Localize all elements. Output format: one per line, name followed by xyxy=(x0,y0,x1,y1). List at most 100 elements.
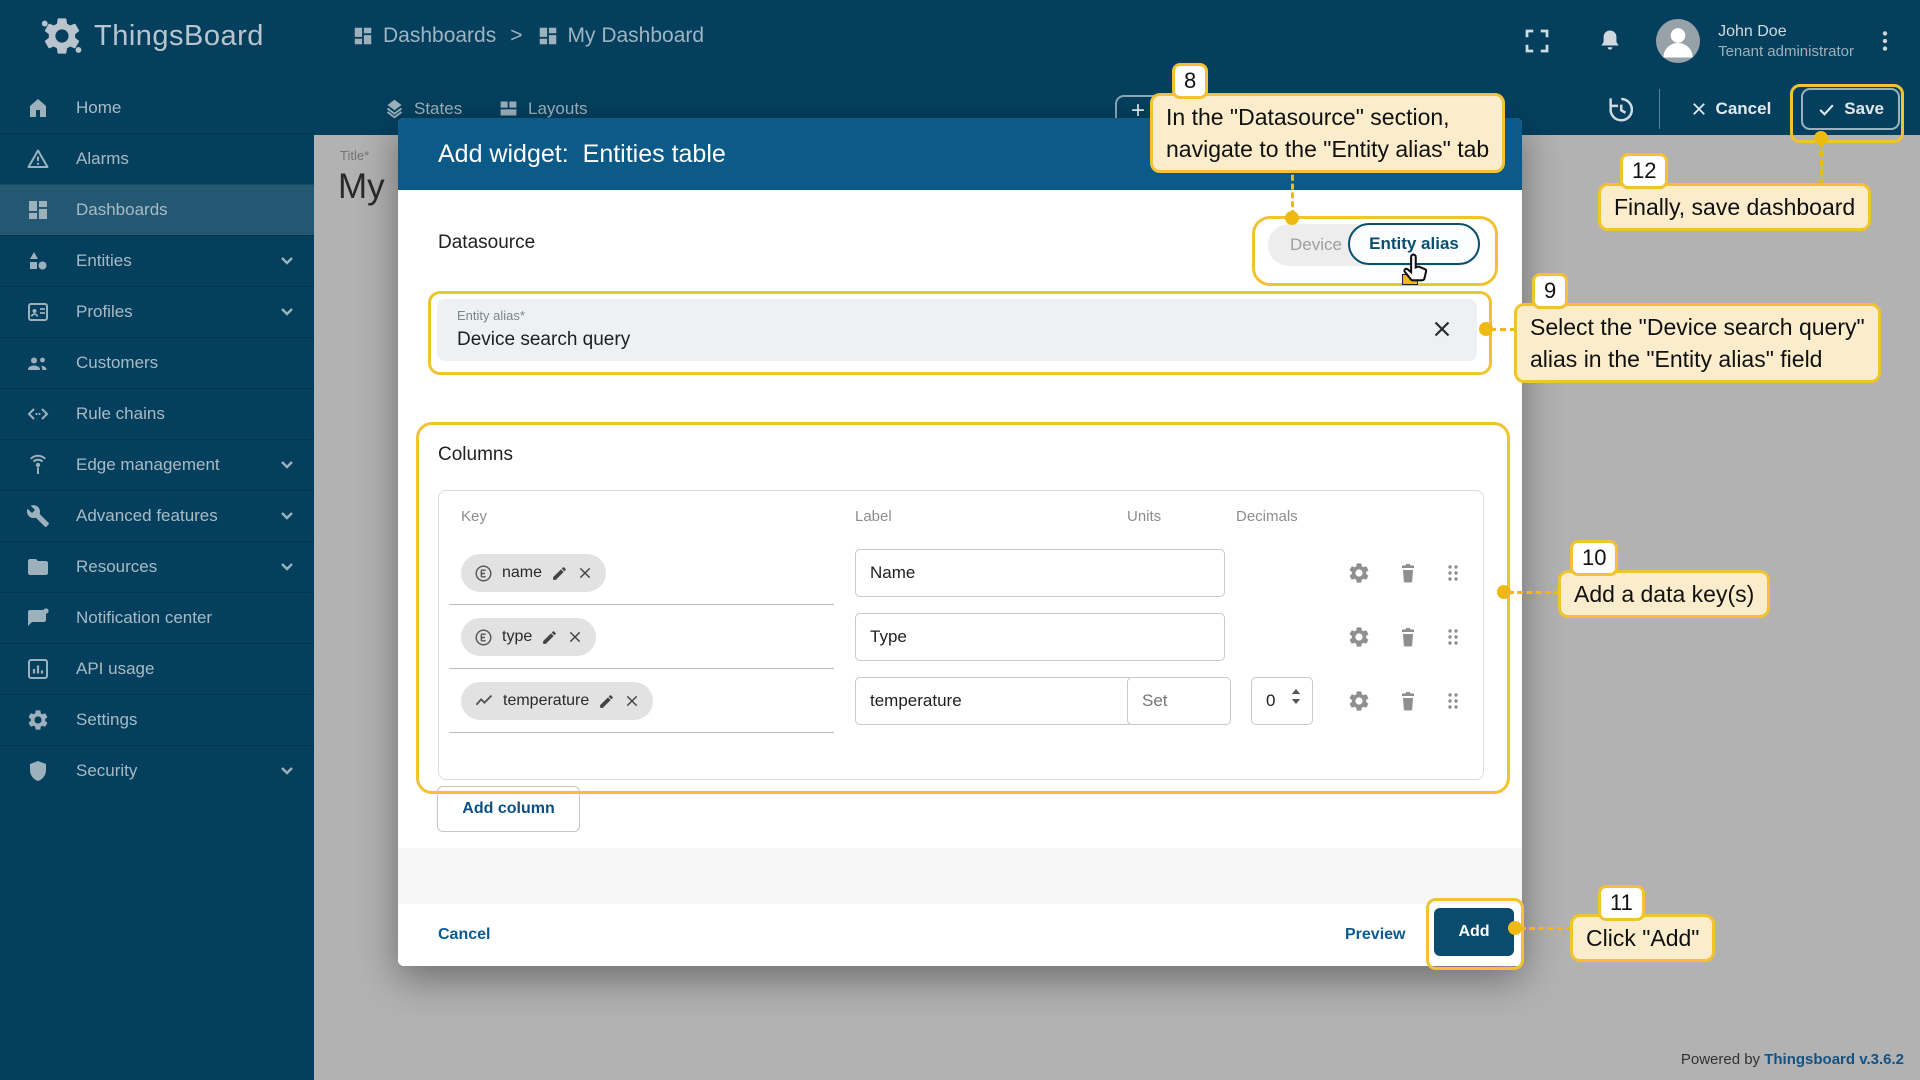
profiles-badge-icon xyxy=(26,300,50,324)
sidebar-nav: Home Alarms Dashboards Entities Profiles… xyxy=(0,82,314,1080)
column-header-key: Key xyxy=(461,491,487,541)
sidebar-item-advanced-features[interactable]: Advanced features xyxy=(0,490,314,541)
sidebar-item-label: Notification center xyxy=(76,608,294,628)
api-usage-chart-icon xyxy=(26,657,50,681)
sidebar-item-home[interactable]: Home xyxy=(0,82,314,133)
avatar[interactable] xyxy=(1656,19,1700,63)
sidebar-item-notification-center[interactable]: Notification center xyxy=(0,592,314,643)
top-header-bar: ThingsBoard Dashboards > My Dashboard Jo… xyxy=(0,0,1920,82)
sidebar-item-entities[interactable]: Entities xyxy=(0,235,314,286)
resources-folder-icon xyxy=(26,555,50,579)
connector-dot-step12 xyxy=(1814,131,1828,145)
thingsboard-app: Title* My Powered by Thingsboard v.3.6.2… xyxy=(0,0,1920,1080)
notifications-bell-icon[interactable] xyxy=(1596,27,1624,55)
breadcrumb: Dashboards > My Dashboard xyxy=(352,24,704,48)
drag-handle-icon[interactable] xyxy=(1441,689,1465,713)
fullscreen-icon[interactable] xyxy=(1522,26,1552,56)
breadcrumb-my-dashboard[interactable]: My Dashboard xyxy=(537,24,705,48)
home-icon xyxy=(26,96,50,120)
cancel-dashboard-button[interactable]: Cancel xyxy=(1676,90,1786,128)
sidebar-item-settings[interactable]: Settings xyxy=(0,694,314,745)
sidebar-item-alarms[interactable]: Alarms xyxy=(0,133,314,184)
sidebar-item-security[interactable]: Security xyxy=(0,745,314,796)
step-number-badge: 11 xyxy=(1598,885,1645,921)
datakey-chip-temperature[interactable]: temperature xyxy=(461,682,653,720)
layouts-icon xyxy=(498,98,519,119)
entity-alias-field[interactable]: Entity alias* Device search query xyxy=(437,299,1477,361)
decimals-stepper[interactable] xyxy=(1291,688,1301,705)
connector-step11 xyxy=(1520,927,1572,930)
entities-icon xyxy=(26,249,50,273)
column-settings-gear-icon[interactable] xyxy=(1347,561,1371,585)
security-shield-icon xyxy=(26,759,50,783)
edit-key-pencil-icon[interactable] xyxy=(598,693,615,710)
sidebar-item-profiles[interactable]: Profiles xyxy=(0,286,314,337)
states-icon xyxy=(384,98,405,119)
edit-key-pencil-icon[interactable] xyxy=(551,565,568,582)
layouts-tab-label: Layouts xyxy=(528,99,588,119)
remove-key-icon[interactable] xyxy=(567,629,583,645)
decimals-input[interactable] xyxy=(1251,677,1313,725)
stepper-down-icon[interactable] xyxy=(1291,698,1301,705)
edit-key-pencil-icon[interactable] xyxy=(541,629,558,646)
callout-text: In the "Datasource" section, navigate to… xyxy=(1150,93,1505,173)
entity-field-icon xyxy=(474,564,493,583)
sidebar-item-dashboards[interactable]: Dashboards xyxy=(0,184,314,235)
units-input[interactable] xyxy=(1127,677,1231,725)
layouts-tab[interactable]: Layouts xyxy=(498,98,588,119)
entity-alias-field-label: Entity alias* xyxy=(457,308,525,323)
sidebar-item-label: Advanced features xyxy=(76,506,254,526)
connector-step9 xyxy=(1490,328,1516,331)
stepper-up-icon[interactable] xyxy=(1291,688,1301,695)
states-tab[interactable]: States xyxy=(384,98,462,119)
datakey-chip-type[interactable]: type xyxy=(461,618,596,656)
delete-column-trash-icon[interactable] xyxy=(1396,625,1420,649)
remove-key-icon[interactable] xyxy=(624,693,640,709)
advanced-features-tools-icon xyxy=(26,504,50,528)
dialog-add-button[interactable]: Add xyxy=(1434,908,1514,956)
thingsboard-logo-text: ThingsBoard xyxy=(94,20,264,53)
delete-column-trash-icon[interactable] xyxy=(1396,689,1420,713)
kebab-menu-icon[interactable] xyxy=(1872,28,1898,54)
column-settings-gear-icon[interactable] xyxy=(1347,625,1371,649)
thingsboard-logo[interactable]: ThingsBoard xyxy=(40,14,264,58)
dialog-cancel-button[interactable]: Cancel xyxy=(438,926,490,944)
timeseries-icon xyxy=(474,691,494,711)
drag-handle-icon[interactable] xyxy=(1441,561,1465,585)
dashboards-icon xyxy=(26,198,50,222)
chevron-down-icon xyxy=(280,766,294,776)
column-settings-gear-icon[interactable] xyxy=(1347,689,1371,713)
sidebar-item-api-usage[interactable]: API usage xyxy=(0,643,314,694)
drag-handle-icon[interactable] xyxy=(1441,625,1465,649)
column-label-input[interactable] xyxy=(855,549,1225,597)
add-column-button[interactable]: Add column xyxy=(437,786,580,832)
user-role: Tenant administrator xyxy=(1718,42,1854,61)
callout-step-12: 12 Finally, save dashboard xyxy=(1598,183,1871,231)
remove-key-icon[interactable] xyxy=(577,565,593,581)
connector-step8 xyxy=(1291,166,1294,216)
user-info[interactable]: John Doe Tenant administrator xyxy=(1718,22,1854,61)
customers-people-icon xyxy=(26,351,50,375)
breadcrumb-dashboards[interactable]: Dashboards xyxy=(352,24,496,48)
dialog-title-prefix: Add widget: xyxy=(438,140,569,169)
sidebar-item-resources[interactable]: Resources xyxy=(0,541,314,592)
chevron-down-icon xyxy=(280,460,294,470)
breadcrumb-separator: > xyxy=(510,24,522,48)
column-label-input[interactable] xyxy=(855,613,1225,661)
callout-text: Click "Add" xyxy=(1570,914,1715,962)
toolbar-divider xyxy=(1659,89,1660,129)
chevron-down-icon xyxy=(280,562,294,572)
sidebar-item-customers[interactable]: Customers xyxy=(0,337,314,388)
datakey-chip-name[interactable]: name xyxy=(461,554,606,592)
history-version-icon[interactable] xyxy=(1605,94,1635,124)
sidebar-item-rule-chains[interactable]: Rule chains xyxy=(0,388,314,439)
dialog-preview-button[interactable]: Preview xyxy=(1345,926,1405,944)
delete-column-trash-icon[interactable] xyxy=(1396,561,1420,585)
user-name: John Doe xyxy=(1718,22,1854,42)
sidebar-item-edge-management[interactable]: Edge management xyxy=(0,439,314,490)
dashboard-icon xyxy=(537,25,559,47)
clear-entity-alias-icon[interactable] xyxy=(1429,316,1455,342)
save-dashboard-button[interactable]: Save xyxy=(1801,88,1900,130)
edge-antenna-icon xyxy=(26,453,50,477)
datakey-name: name xyxy=(502,564,542,582)
